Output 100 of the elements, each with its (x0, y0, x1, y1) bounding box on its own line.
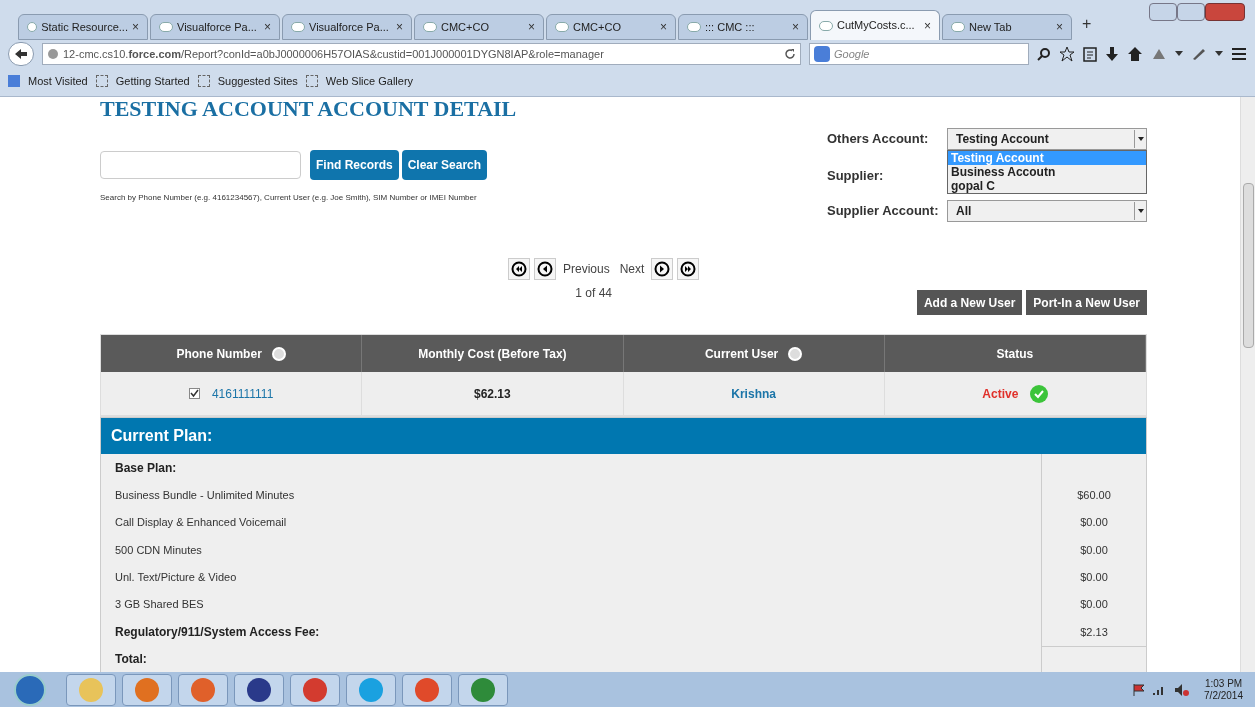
close-icon[interactable]: × (132, 18, 139, 36)
flag-icon[interactable] (1132, 682, 1147, 697)
caret-icon (1137, 137, 1144, 141)
close-icon[interactable]: × (792, 18, 799, 36)
taskbar-app-button[interactable] (458, 673, 508, 706)
search-field[interactable]: Google (809, 43, 1029, 65)
page-icon (951, 22, 965, 32)
field-label: Others Account: (827, 130, 930, 149)
close-icon[interactable]: × (528, 18, 535, 36)
plan-item-label: Total: (115, 651, 147, 669)
url-text: 12-cmc.cs10.force.com/Report?conId=a0bJ0000006H57OIAS&custid=001J000001DYGN8IAP&role=manager (63, 46, 605, 62)
dropdown-option[interactable]: gopal C (948, 179, 1146, 193)
supplier-account-dropdown[interactable]: All (947, 200, 1147, 222)
reload-icon[interactable] (784, 48, 796, 60)
bookmark-link[interactable]: Web Slice Gallery (325, 72, 414, 90)
sort-icon[interactable] (271, 346, 286, 361)
clipboard-icon[interactable] (1083, 46, 1097, 62)
plan-item-label: Base Plan: (115, 459, 177, 477)
page-icon (291, 22, 305, 32)
browser-tab[interactable]: CMC+CO × (546, 14, 676, 40)
dropdown-option[interactable]: Business Accoutn (948, 165, 1146, 179)
back-button[interactable] (8, 42, 34, 66)
start-button[interactable] (14, 673, 46, 706)
browser-tab[interactable]: CutMyCosts.c... × (810, 10, 940, 40)
plan-item-amount: $0.00 (1080, 515, 1108, 531)
user-link[interactable]: Krishna (731, 384, 776, 403)
bookmark-link[interactable]: Getting Started (115, 72, 190, 90)
maximize-button[interactable] (1177, 3, 1205, 21)
next-link[interactable]: Next (616, 260, 648, 278)
address-bar[interactable]: 12-cmc.cs10.force.com/Report?conId=a0bJ0000006H57OIAS&custid=001J000001DYGN8IAP&role=manager (42, 43, 801, 65)
search-button[interactable]: Clear Search (401, 150, 488, 180)
plan-item-amount: $0.00 (1080, 542, 1108, 558)
first-page-button[interactable] (508, 258, 530, 280)
close-icon[interactable]: × (660, 18, 667, 36)
new-tab-button[interactable]: + (1074, 12, 1100, 40)
tab-title: CMC+CO (441, 19, 490, 35)
prev-page-button[interactable] (534, 258, 556, 280)
caret-icon (1137, 209, 1144, 213)
tab-title: ::: CMC ::: (705, 19, 756, 35)
pencil-icon[interactable] (1191, 47, 1207, 61)
browser-tab[interactable]: CMC+CO × (414, 14, 544, 40)
bookmark-link[interactable]: Most Visited (28, 72, 88, 90)
page-icon (423, 22, 437, 32)
tab-title: Static Resource... (41, 19, 128, 35)
star-icon[interactable] (1059, 46, 1075, 62)
dropdown-icon[interactable] (1175, 51, 1183, 57)
taskbar-app-button[interactable] (290, 673, 340, 706)
tab-title: Visualforce Pa... (309, 19, 390, 35)
checkbox[interactable] (188, 388, 200, 399)
search-input[interactable] (100, 151, 301, 179)
tab-title: New Tab (969, 19, 1013, 35)
browser-tab[interactable]: Static Resource... × (18, 14, 148, 40)
page-title: TESTING ACCOUNT ACCOUNT DETAIL (100, 97, 517, 121)
phone-link[interactable]: 4161111111 (211, 384, 274, 403)
home-icon[interactable] (1127, 46, 1143, 62)
account-dropdown[interactable]: Testing Account (947, 128, 1147, 150)
column-header[interactable]: Current User (704, 344, 803, 363)
next-page-button[interactable] (651, 258, 674, 280)
column-header[interactable]: Monthly Cost (Before Tax) (418, 344, 567, 363)
action-button[interactable]: Port-In a New User (1026, 290, 1147, 315)
scrollbar[interactable] (1240, 97, 1255, 672)
page-icon (687, 22, 701, 32)
sort-icon[interactable] (788, 346, 803, 361)
browser-tab[interactable]: Visualforce Pa... × (150, 14, 280, 40)
search-hint: Search by Phone Number (e.g. 4161234567), Current User (e.g. Joe Smith), SIM Number or IMEI Number (100, 192, 478, 204)
taskbar-app-button[interactable] (234, 673, 284, 706)
page-icon (159, 22, 173, 32)
action-button[interactable]: Add a New User (916, 290, 1023, 315)
page-counter: 1 of 44 (575, 285, 613, 302)
close-icon[interactable]: × (924, 16, 931, 35)
search-icon[interactable] (1037, 47, 1051, 61)
search-input[interactable]: Google (834, 45, 1014, 63)
bookmark-link[interactable]: Suggested Sites (217, 72, 298, 90)
browser-tab[interactable]: ::: CMC ::: × (678, 14, 808, 40)
previous-link[interactable]: Previous (560, 260, 613, 278)
dropdown-icon[interactable] (1215, 51, 1223, 57)
column-header[interactable]: Status (996, 344, 1034, 363)
clock[interactable]: 1:03 PM 7/2/2014 (1196, 677, 1251, 702)
plan-item-label: Call Display & Enhanced Voicemail (115, 515, 287, 531)
column-header[interactable]: Phone Number (176, 344, 286, 363)
close-icon[interactable]: × (1056, 18, 1063, 36)
search-button[interactable]: Find Records (310, 150, 399, 180)
plan-title: Current Plan: (111, 426, 213, 446)
menu-icon[interactable] (1231, 47, 1247, 61)
close-icon[interactable]: × (396, 18, 403, 36)
last-page-button[interactable] (677, 258, 700, 280)
cost-text: $62.13 (474, 385, 511, 403)
speaker-icon[interactable] (1174, 682, 1191, 697)
tab-title: CutMyCosts.c... (837, 18, 916, 34)
back-arrow-icon (14, 48, 28, 60)
close-icon[interactable]: × (264, 18, 271, 36)
plan-item-label: 500 CDN Minutes (115, 542, 202, 558)
plan-item-amount: $0.00 (1080, 570, 1108, 585)
download-icon[interactable] (1105, 46, 1119, 62)
field-label: Supplier: (827, 167, 885, 186)
browser-tab[interactable]: Visualforce Pa... × (282, 14, 412, 40)
minimize-button[interactable] (1149, 3, 1177, 21)
browser-tab[interactable]: New Tab × (942, 14, 1072, 40)
plan-item-amount: $0.00 (1080, 597, 1108, 613)
plan-item-amount: $2.13 (1080, 624, 1108, 640)
